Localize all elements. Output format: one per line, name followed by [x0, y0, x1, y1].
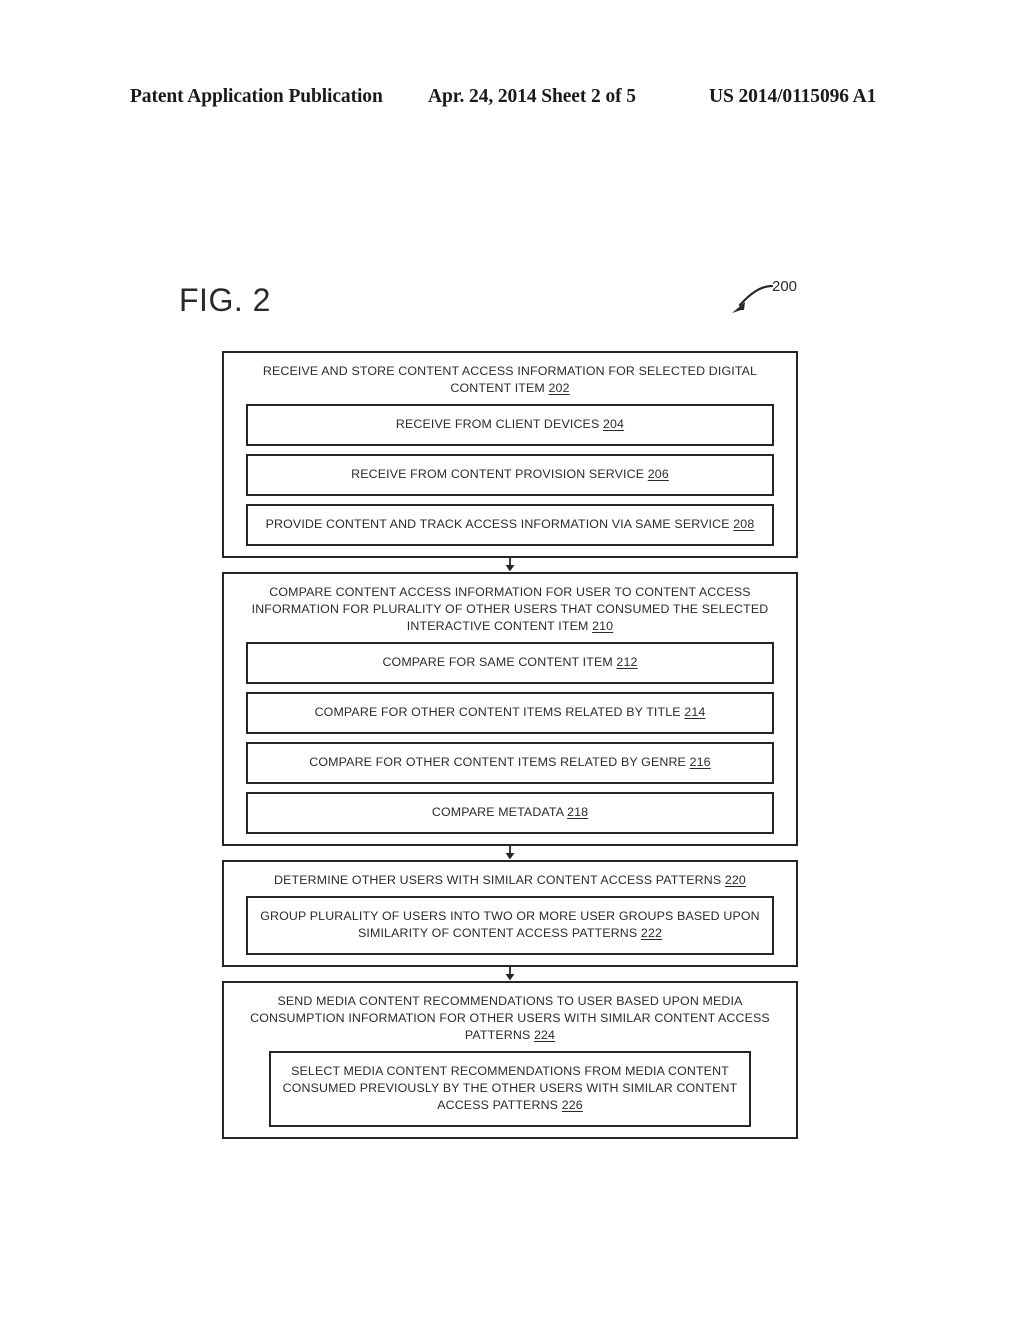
flow-substep-222-text: GROUP PLURALITY OF USERS INTO TWO OR MOR… [256, 908, 764, 942]
flow-block-224-ref: 224 [533, 1028, 556, 1042]
flow-substep-212-label: COMPARE FOR SAME CONTENT ITEM [382, 655, 617, 669]
flow-block-220-title: DETERMINE OTHER USERS WITH SIMILAR CONTE… [233, 871, 787, 889]
flow-substep-216-label: COMPARE FOR OTHER CONTENT ITEMS RELATED … [309, 755, 690, 769]
figure-label: FIG. 2 [179, 282, 271, 318]
flow-substep-206: RECEIVE FROM CONTENT PROVISION SERVICE 2… [246, 454, 774, 496]
flow-substep-226-ref: 226 [561, 1098, 583, 1112]
flow-block-224-title-text: SEND MEDIA CONTENT RECOMMENDATIONS TO US… [250, 994, 770, 1042]
flow-substep-212-ref: 212 [616, 655, 638, 669]
flow-substep-206-label: RECEIVE FROM CONTENT PROVISION SERVICE [351, 467, 648, 481]
flow-substep-222-label: GROUP PLURALITY OF USERS INTO TWO OR MOR… [260, 909, 760, 940]
flow-substep-208-text: PROVIDE CONTENT AND TRACK ACCESS INFORMA… [256, 516, 764, 533]
flow-block-220: DETERMINE OTHER USERS WITH SIMILAR CONTE… [222, 860, 798, 967]
flow-substep-204-text: RECEIVE FROM CLIENT DEVICES 204 [256, 416, 764, 433]
flow-block-224-title: SEND MEDIA CONTENT RECOMMENDATIONS TO US… [233, 992, 787, 1044]
flow-substep-204-label: RECEIVE FROM CLIENT DEVICES [395, 417, 603, 431]
flow-substep-218: COMPARE METADATA 218 [246, 792, 774, 834]
publication-header-date-sheet: Apr. 24, 2014 Sheet 2 of 5 [428, 86, 636, 107]
publication-header: Patent Application Publication Apr. 24, … [0, 86, 1024, 112]
down-arrow-icon-2 [222, 846, 798, 860]
flow-substep-218-text: COMPARE METADATA 218 [256, 804, 764, 821]
flow-substep-212: COMPARE FOR SAME CONTENT ITEM 212 [246, 642, 774, 684]
flow-block-210-title: COMPARE CONTENT ACCESS INFORMATION FOR U… [233, 583, 787, 635]
flow-substep-214: COMPARE FOR OTHER CONTENT ITEMS RELATED … [246, 692, 774, 734]
flow-substep-216-ref: 216 [689, 755, 711, 769]
flow-substep-226-label: SELECT MEDIA CONTENT RECOMMENDATIONS FRO… [282, 1064, 738, 1112]
flow-substep-222-ref: 222 [640, 926, 663, 940]
flow-substep-206-text: RECEIVE FROM CONTENT PROVISION SERVICE 2… [256, 466, 764, 483]
flow-block-220-ref: 220 [724, 873, 746, 887]
flow-substep-204-ref: 204 [602, 417, 625, 431]
flow-substep-218-label: COMPARE METADATA [431, 805, 568, 819]
flow-substep-226: SELECT MEDIA CONTENT RECOMMENDATIONS FRO… [269, 1051, 751, 1127]
flow-block-224: SEND MEDIA CONTENT RECOMMENDATIONS TO US… [222, 981, 798, 1139]
flow-substep-206-ref: 206 [647, 467, 669, 481]
flow-substep-214-text: COMPARE FOR OTHER CONTENT ITEMS RELATED … [256, 704, 764, 721]
flow-substep-216: COMPARE FOR OTHER CONTENT ITEMS RELATED … [246, 742, 774, 784]
flow-substep-222: GROUP PLURALITY OF USERS INTO TWO OR MOR… [246, 896, 774, 955]
publication-header-number: US 2014/0115096 A1 [709, 86, 877, 107]
flow-substep-208-ref: 208 [733, 517, 755, 531]
flow-substep-208: PROVIDE CONTENT AND TRACK ACCESS INFORMA… [246, 504, 774, 546]
down-arrow-icon-1 [222, 558, 798, 572]
flow-substep-226-text: SELECT MEDIA CONTENT RECOMMENDATIONS FRO… [279, 1063, 741, 1114]
flow-substep-214-ref: 214 [684, 705, 706, 719]
flowchart: RECEIVE AND STORE CONTENT ACCESS INFORMA… [222, 351, 798, 1139]
flow-substep-214-label: COMPARE FOR OTHER CONTENT ITEMS RELATED … [314, 705, 685, 719]
down-arrow-icon-3 [222, 967, 798, 981]
flow-block-220-title-text: DETERMINE OTHER USERS WITH SIMILAR CONTE… [274, 873, 725, 887]
figure-reference-numeral: 200 [772, 278, 798, 295]
publication-header-left: Patent Application Publication [130, 86, 383, 107]
flow-block-210-title-text: COMPARE CONTENT ACCESS INFORMATION FOR U… [251, 585, 769, 633]
curved-arrow-icon [722, 272, 812, 322]
flow-block-210-ref: 210 [592, 619, 614, 633]
flow-substep-208-label: PROVIDE CONTENT AND TRACK ACCESS INFORMA… [265, 517, 734, 531]
flow-substep-212-text: COMPARE FOR SAME CONTENT ITEM 212 [256, 654, 764, 671]
flow-block-210: COMPARE CONTENT ACCESS INFORMATION FOR U… [222, 572, 798, 846]
flow-block-202-title-text: RECEIVE AND STORE CONTENT ACCESS INFORMA… [262, 364, 758, 395]
flow-substep-218-ref: 218 [567, 805, 589, 819]
flow-substep-204: RECEIVE FROM CLIENT DEVICES 204 [246, 404, 774, 446]
flow-block-202: RECEIVE AND STORE CONTENT ACCESS INFORMA… [222, 351, 798, 558]
flow-substep-216-text: COMPARE FOR OTHER CONTENT ITEMS RELATED … [256, 754, 764, 771]
flow-block-202-ref: 202 [548, 381, 570, 395]
flow-block-202-title: RECEIVE AND STORE CONTENT ACCESS INFORMA… [233, 362, 787, 397]
